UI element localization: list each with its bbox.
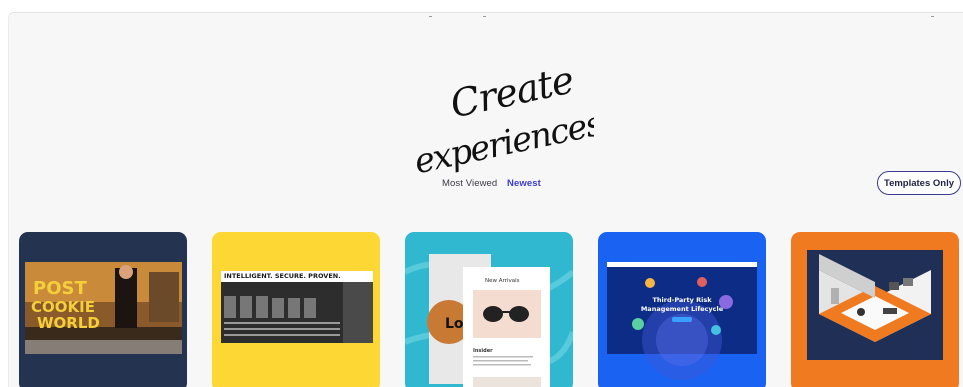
template-card-4[interactable]: Third-Party Risk Management Lifecycle: [598, 232, 766, 387]
card-4-title-line-1: Third-Party Risk: [652, 296, 712, 304]
sort-most-viewed[interactable]: Most Viewed: [442, 178, 497, 189]
poster-line-3: WORLD: [37, 314, 100, 332]
templates-only-button[interactable]: Templates Only: [877, 171, 961, 195]
top-edge-marks: [9, 13, 963, 27]
template-card-5[interactable]: [791, 232, 959, 387]
card-4-thumbnail: Third-Party Risk Management Lifecycle: [598, 232, 766, 387]
card-2-thumbnail: INTELLIGENT. SECURE. PROVEN.: [212, 232, 380, 387]
template-card-2[interactable]: INTELLIGENT. SECURE. PROVEN.: [212, 232, 380, 387]
hero-heading: Create experiences: [404, 58, 607, 185]
card-3-panel-title: New Arrivals: [485, 278, 520, 284]
poster-line-1: POST: [33, 278, 87, 299]
card-2-header: INTELLIGENT. SECURE. PROVEN.: [224, 272, 341, 280]
template-card-3[interactable]: Lou New Arrivals Insider: [405, 232, 573, 387]
card-3-thumbnail: Lou New Arrivals Insider: [405, 232, 573, 387]
card-3-caption: Insider: [473, 348, 493, 354]
templates-panel: Create experiences Most Viewed Newest Te…: [8, 12, 963, 387]
card-1-thumbnail: POST COOKIE WORLD: [19, 232, 187, 387]
sort-newest[interactable]: Newest: [507, 178, 541, 189]
card-4-title-line-2: Management Lifecycle: [641, 305, 724, 313]
template-card-1[interactable]: POST COOKIE WORLD: [19, 232, 187, 387]
card-5-thumbnail: [791, 232, 959, 387]
